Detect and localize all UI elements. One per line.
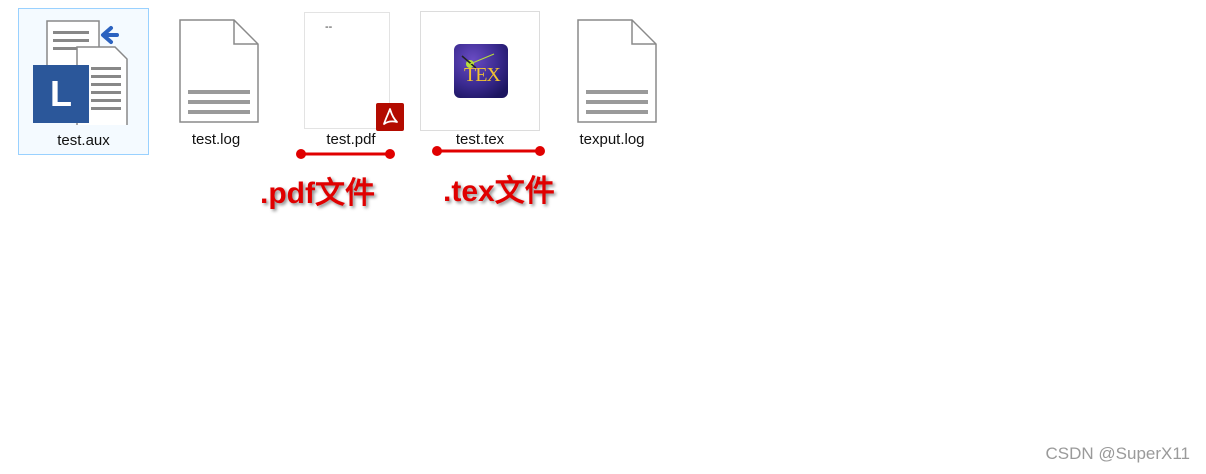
file-item-test-aux[interactable]: L test.aux [18,8,149,155]
tex-underline-marker [432,146,545,156]
file-item-texput-log[interactable]: texput.log [560,8,664,155]
pdf-annotation-label: .pdf文件 [260,177,375,210]
pdf-page-mark: -- [325,21,333,33]
pdf-thumbnail: -- [304,12,404,131]
file-name-label: test.log [191,131,241,148]
file-name-label: texput.log [579,131,645,148]
file-item-test-pdf[interactable]: -- test.pdf [296,8,406,155]
file-item-test-tex[interactable]: TEX test.tex [419,8,541,155]
file-name-label: test.aux [57,132,110,149]
file-item-test-log[interactable]: test.log [166,8,266,155]
text-document-icon [577,19,657,123]
tex-thumbnail-frame: TEX [420,11,540,131]
tex-file-icon: TEX [454,44,508,98]
tex-logo-text: TEX [464,64,501,86]
pdf-file-icon [376,103,404,131]
text-document-icon [179,19,259,123]
watermark-text: CSDN @SuperX11 [1045,444,1191,463]
pdf-underline-marker [296,149,395,159]
tex-annotation-label: .tex文件 [443,175,555,208]
aux-l-letter: L [50,73,72,114]
